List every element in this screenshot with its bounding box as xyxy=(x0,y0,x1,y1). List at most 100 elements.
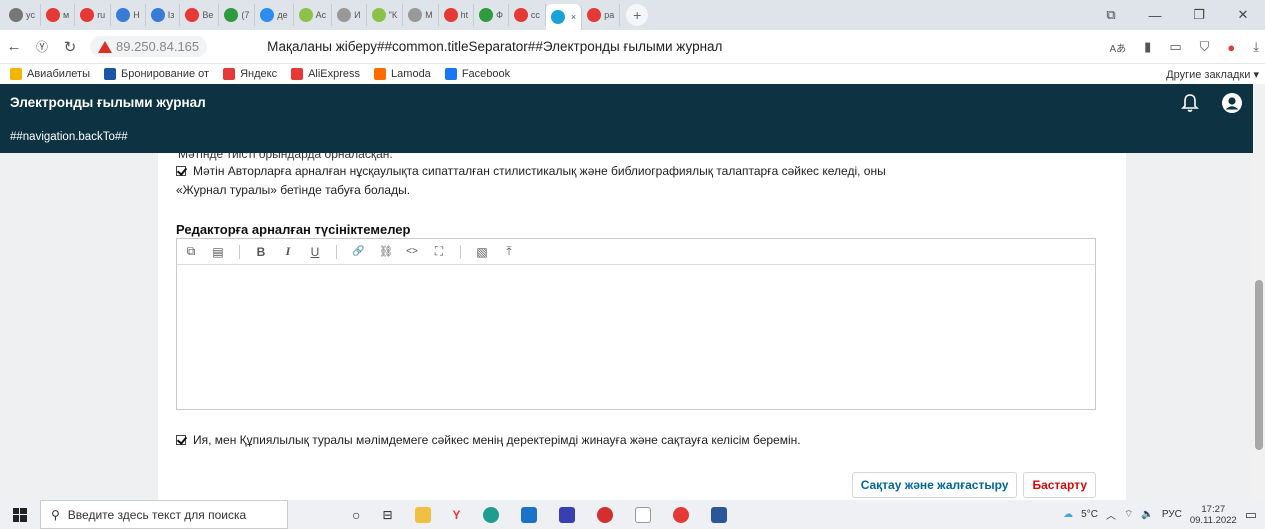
comments-textarea[interactable] xyxy=(177,265,1095,409)
minimize-button[interactable]: — xyxy=(1133,8,1177,23)
bookmark-item[interactable]: Авиабилеты xyxy=(10,68,90,80)
word-icon[interactable] xyxy=(710,506,727,523)
tab-label: ru xyxy=(97,10,106,20)
browser-tab[interactable]: Ве xyxy=(180,4,220,26)
other-bookmarks[interactable]: Другие закладки ▾ xyxy=(1166,64,1259,84)
copy-icon[interactable]: ⧉ xyxy=(185,244,197,259)
browser-tab[interactable]: (7 xyxy=(219,4,256,26)
bookmark-item[interactable]: Lamoda xyxy=(374,68,431,80)
code-icon[interactable]: <> xyxy=(406,246,418,257)
browser-tab[interactable]: "К xyxy=(367,4,404,26)
fullscreen-icon[interactable]: ⛶ xyxy=(433,244,445,259)
clock[interactable]: 17:27 09.11.2022 xyxy=(1190,504,1237,526)
browser-tab[interactable]: Н xyxy=(111,4,146,26)
back-navigation-link[interactable]: ##navigation.backTo## xyxy=(0,121,1265,153)
bookmark-item[interactable]: AliExpress xyxy=(291,68,360,80)
checklist-item[interactable]: Мәтін Авторларға арналған нұсқаулықта си… xyxy=(176,162,886,181)
network-icon[interactable]: ⌔ xyxy=(1124,508,1133,521)
download-icon[interactable]: ⤓ xyxy=(1253,39,1259,55)
browser-tab[interactable]: ht xyxy=(439,4,475,26)
bookmark-item[interactable]: Яндекс xyxy=(223,68,277,80)
tab-label: yc xyxy=(26,10,35,20)
windows-start-icon[interactable] xyxy=(0,507,40,522)
browser-tab[interactable]: ра xyxy=(582,4,621,26)
paste-icon[interactable]: ▤ xyxy=(212,245,224,259)
restore-button[interactable]: ❐ xyxy=(1177,7,1221,23)
tab-favicon-icon xyxy=(224,8,239,22)
browser-tab[interactable]: yc xyxy=(4,4,41,26)
browser-tab[interactable]: сс xyxy=(509,4,546,26)
image-icon[interactable]: ▧ xyxy=(476,245,488,259)
mail-icon[interactable] xyxy=(520,506,537,523)
video-editor-icon[interactable] xyxy=(558,506,575,523)
weather-temp[interactable]: 5°C xyxy=(1081,509,1098,520)
browser-tab[interactable]: М xyxy=(403,4,439,26)
task-view-icon[interactable]: ⊟ xyxy=(382,508,392,522)
user-account-icon[interactable] xyxy=(1221,92,1243,114)
language-indicator[interactable]: РУС xyxy=(1162,509,1182,520)
volume-icon[interactable]: 🔈 xyxy=(1141,509,1153,520)
browser-tab[interactable]: И xyxy=(332,4,367,26)
back-arrow-icon[interactable]: ← xyxy=(0,38,28,55)
clock-date: 09.11.2022 xyxy=(1189,514,1237,526)
tab-favicon-icon xyxy=(9,8,23,22)
protect-icon[interactable]: ⛉ xyxy=(1200,39,1210,55)
weather-icon[interactable]: ☁ xyxy=(1063,509,1073,520)
submission-form: Мәтінде тиісті орындарда орналасқан. Мәт… xyxy=(158,153,1126,500)
bold-button[interactable]: B xyxy=(255,245,267,259)
file-icon[interactable] xyxy=(634,506,651,523)
tab-search-icon[interactable]: ⧉ xyxy=(1089,7,1133,23)
save-continue-button[interactable]: Сақтау және жалғастыру xyxy=(851,472,1018,498)
tab-label: Н xyxy=(133,10,140,20)
tray-chevron-icon[interactable]: ︿ xyxy=(1106,507,1116,522)
opera-icon[interactable] xyxy=(596,506,613,523)
browser-tab[interactable]: м xyxy=(41,4,76,26)
taskbar-search[interactable]: ⚲ Введите здесь текст для поиска xyxy=(40,500,288,529)
checklist-text-cutoff: Мәтінде тиісті орындарда орналасқан. xyxy=(178,153,393,161)
bookmark-item[interactable]: Facebook xyxy=(444,68,511,80)
italic-button[interactable]: I xyxy=(282,244,294,259)
yandex-icon[interactable] xyxy=(672,506,689,523)
file-explorer-icon[interactable] xyxy=(414,506,431,523)
bookmark-icon[interactable]: ▮ xyxy=(1144,39,1151,55)
unlink-icon[interactable]: ⛓ xyxy=(379,245,393,258)
reload-icon[interactable]: ↻ xyxy=(56,38,84,56)
link-icon[interactable]: 🔗 xyxy=(352,246,364,257)
browser-tab[interactable]: Ф xyxy=(474,4,509,26)
browser-tab-active[interactable]: × xyxy=(545,4,583,30)
bookmark-item[interactable]: Бронирование от xyxy=(104,68,209,80)
window-controls: ⧉ — ❐ ✕ xyxy=(1089,0,1265,30)
privacy-consent[interactable]: Ия, мен Құпиялылық туралы мәлімдемеге сә… xyxy=(176,431,801,450)
url-field[interactable]: 89.250.84.165 xyxy=(90,36,208,57)
windows-taskbar: ⚲ Введите здесь текст для поиска ○ ⊟ Y ☁… xyxy=(0,500,1265,529)
notification-icon[interactable]: ▭ xyxy=(1245,507,1257,523)
underline-button[interactable]: U xyxy=(309,245,321,259)
browser-tab[interactable]: Ас xyxy=(294,4,333,26)
upload-icon[interactable]: ⤒ xyxy=(503,244,515,259)
edge-icon[interactable] xyxy=(482,506,499,523)
journal-title[interactable]: Электронды ғылыми журнал xyxy=(10,95,206,110)
checklist-checkbox[interactable] xyxy=(176,166,186,176)
bookmark-label: Facebook xyxy=(461,68,511,80)
close-window-button[interactable]: ✕ xyxy=(1221,7,1265,23)
browser-tab[interactable]: ru xyxy=(75,4,112,26)
tab-favicon-icon xyxy=(46,8,60,22)
extension-icon[interactable]: ● xyxy=(1227,40,1235,55)
address-bar-actions: Aあ ▮ ▭ ⛉ ● ⤓ xyxy=(1110,30,1260,64)
browser-tab[interactable]: де xyxy=(255,4,294,26)
new-tab-button[interactable]: + xyxy=(626,4,649,26)
yandex-home-icon[interactable]: Ⓨ xyxy=(28,38,56,55)
yandex-browser-icon[interactable]: Y xyxy=(453,508,461,522)
browser-tab[interactable]: Із xyxy=(146,4,181,26)
cancel-button[interactable]: Бастарту xyxy=(1023,472,1096,498)
tab-close-icon[interactable]: × xyxy=(571,12,576,22)
page-scrollbar[interactable] xyxy=(1253,84,1265,500)
translate-icon[interactable]: Aあ xyxy=(1110,40,1127,55)
tab-label: "К xyxy=(388,10,398,20)
privacy-checkbox[interactable] xyxy=(176,435,186,445)
scrollbar-thumb[interactable] xyxy=(1255,280,1263,450)
tab-favicon-icon xyxy=(260,8,275,22)
cortana-icon[interactable]: ○ xyxy=(352,507,360,523)
bell-icon[interactable] xyxy=(1181,93,1199,113)
battery-icon[interactable]: ▭ xyxy=(1169,39,1181,55)
